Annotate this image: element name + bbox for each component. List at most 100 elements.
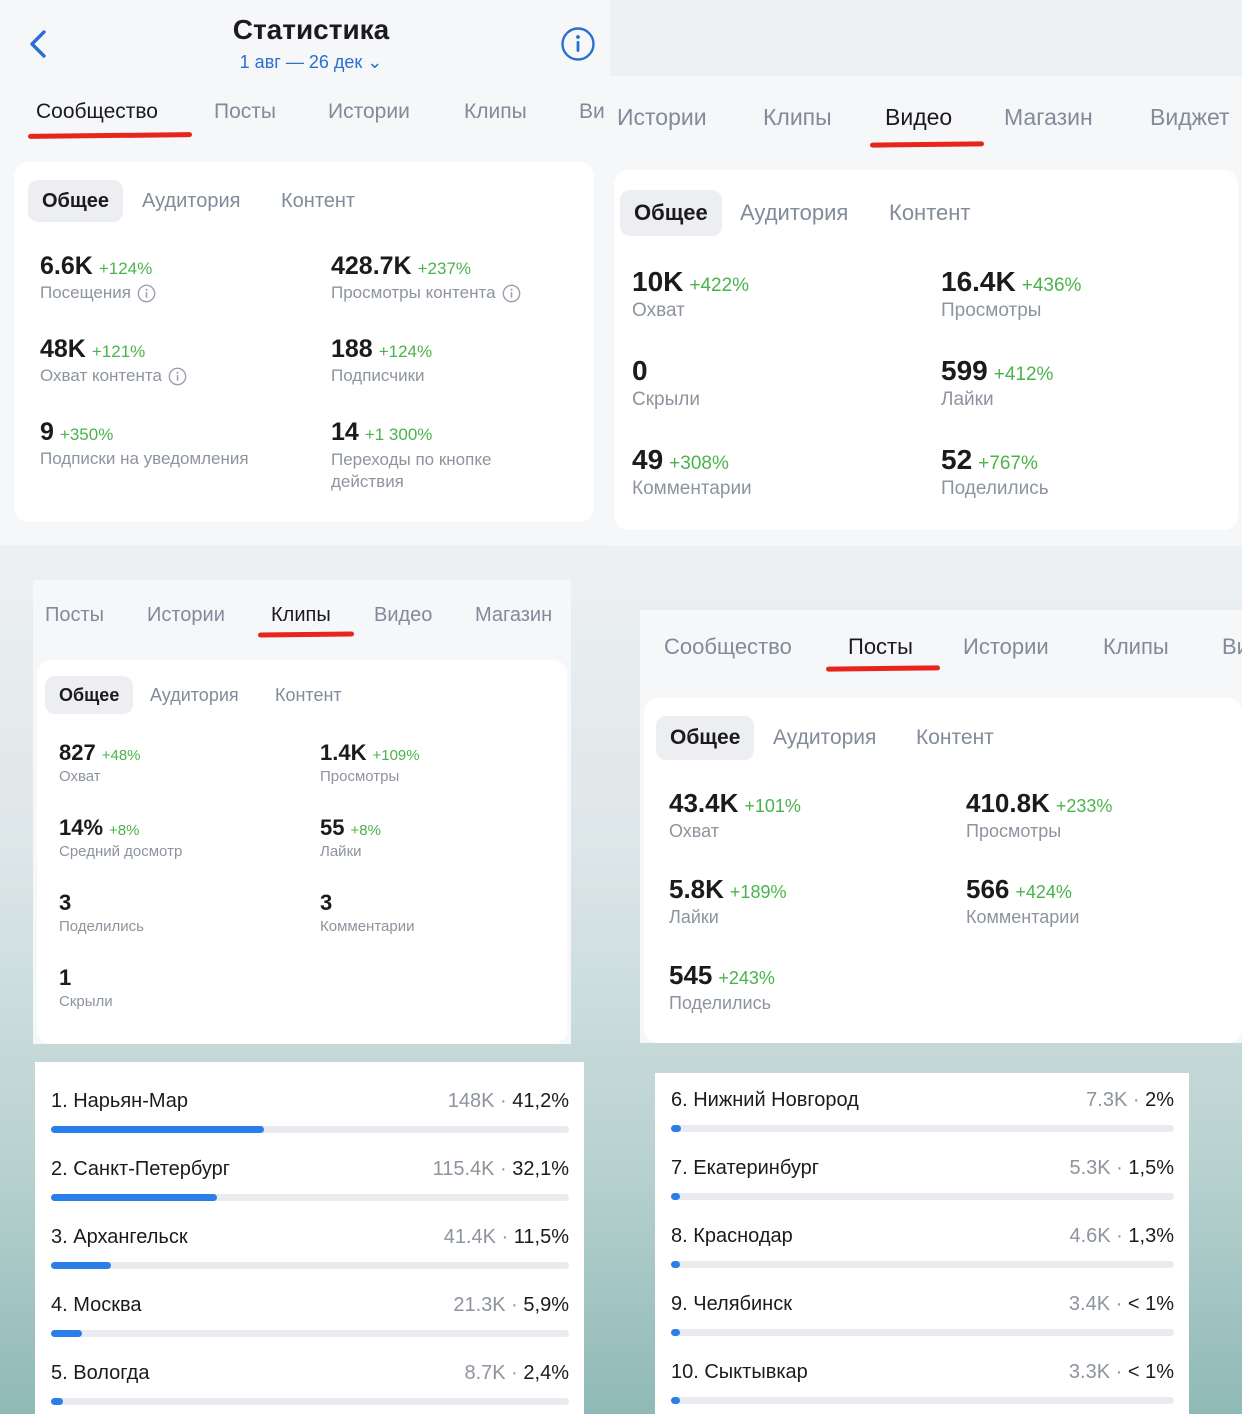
city-count: 3.3K <box>1068 1361 1111 1383</box>
tab-posts[interactable]: Посты <box>45 604 104 627</box>
panel-video: Истории Клипы Видео Магазин Виджет Общее… <box>610 76 1242 546</box>
metric-subscribers: 188 +124% Подписчики <box>331 335 433 385</box>
tab-shop[interactable]: Магазин <box>1004 104 1093 131</box>
city-row: 10. Сыктывкар 3.3K · < 1% <box>671 1361 1174 1411</box>
city-percent: < 1% <box>1127 1361 1174 1383</box>
city-count: 41.4K <box>443 1226 496 1248</box>
metric-action-clicks: 14 +1 300% Переходы по кнопке действия <box>331 418 492 491</box>
city-bar-track <box>671 1261 1174 1268</box>
city-stat: 7.3K · 2% <box>1086 1089 1174 1112</box>
tab-stories[interactable]: Истории <box>328 100 410 124</box>
separator-dot: · <box>495 1226 514 1248</box>
city-percent: 2% <box>1145 1089 1174 1111</box>
city-name: 8. Краснодар <box>671 1225 793 1247</box>
city-count: 8.7K <box>464 1362 506 1384</box>
city-percent: 5,9% <box>523 1294 569 1316</box>
city-percent: 11,5% <box>513 1226 569 1248</box>
tab-clips[interactable]: Клипы <box>1103 634 1169 660</box>
city-name: 9. Челябинск <box>671 1293 792 1315</box>
metric-likes: 5.8K +189% Лайки <box>669 874 787 927</box>
tab-stories[interactable]: Истории <box>147 604 225 627</box>
city-percent: 1,5% <box>1128 1157 1174 1179</box>
segment-general[interactable]: Общее <box>28 180 124 222</box>
highlight-underline <box>869 141 985 148</box>
metric-comments: 49 +308% Комментарии <box>632 444 752 499</box>
tab-shop[interactable]: Магазин <box>475 604 552 627</box>
segment-content[interactable]: Контент <box>902 716 1008 760</box>
metric-shares: 545 +243% Поделились <box>669 960 775 1013</box>
city-percent: < 1% <box>1127 1293 1174 1315</box>
metric-visits: 6.6K +124% Посещения <box>40 252 156 303</box>
segment-general[interactable]: Общее <box>45 676 134 714</box>
tab-community[interactable]: Сообщество <box>36 100 158 124</box>
city-name: 2. Санкт-Петербург <box>51 1158 231 1180</box>
city-bar-fill <box>51 1398 64 1405</box>
city-bar-fill <box>671 1261 681 1268</box>
tab-stories[interactable]: Истории <box>963 634 1049 660</box>
info-icon[interactable] <box>137 284 156 303</box>
city-stat: 3.4K · < 1% <box>1069 1293 1174 1316</box>
segment-content[interactable]: Контент <box>875 190 985 236</box>
metric-comments: 3 Комментарии <box>320 890 415 935</box>
city-row: 4. Москва 21.3K · 5,9% <box>51 1294 569 1344</box>
city-name: 4. Москва <box>51 1294 142 1316</box>
tab-community[interactable]: Сообщество <box>664 634 792 660</box>
city-stat: 4.6K · 1,3% <box>1069 1225 1174 1248</box>
city-count: 148K <box>447 1090 495 1112</box>
segment-audience[interactable]: Аудитория <box>136 676 253 714</box>
city-bar-track <box>671 1329 1174 1336</box>
tab-clips[interactable]: Клипы <box>763 104 832 131</box>
city-row: 1. Нарьян-Мар 148K · 41,2% <box>51 1090 569 1140</box>
metric-views: 410.8K +233% Просмотры <box>966 788 1113 841</box>
panel-clips: Посты Истории Клипы Видео Магазин Общее … <box>33 580 571 1044</box>
city-bar-fill <box>671 1193 681 1200</box>
segment-content[interactable]: Контент <box>267 180 369 222</box>
tab-clips[interactable]: Клипы <box>464 100 527 124</box>
city-percent: 2,4% <box>523 1362 569 1384</box>
city-bar-fill <box>51 1330 82 1337</box>
tab-posts[interactable]: Посты <box>214 100 276 124</box>
segment-audience[interactable]: Аудитория <box>128 180 254 222</box>
city-row: 7. Екатеринбург 5.3K · 1,5% <box>671 1157 1174 1207</box>
city-bar-fill <box>51 1262 111 1269</box>
segment-audience[interactable]: Аудитория <box>759 716 890 760</box>
info-icon[interactable] <box>168 367 187 386</box>
city-percent: 32,1% <box>512 1158 569 1180</box>
panel-community: Статистика 1 авг — 26 дек ⌄ Сообщество П… <box>0 0 610 545</box>
metric-views: 1.4K +109% Просмотры <box>320 740 420 785</box>
tab-stories[interactable]: Истории <box>617 104 707 131</box>
city-name: 1. Нарьян-Мар <box>51 1090 189 1112</box>
info-icon[interactable] <box>560 26 596 62</box>
tab-video[interactable]: Ви <box>1222 634 1242 660</box>
separator-dot: · <box>1110 1157 1129 1179</box>
tab-video[interactable]: Ви <box>579 100 605 124</box>
tab-video[interactable]: Видео <box>374 604 432 627</box>
segment-general[interactable]: Общее <box>656 716 755 760</box>
segment-content[interactable]: Контент <box>261 676 356 714</box>
separator-dot: · <box>1110 1361 1128 1383</box>
city-bar-track <box>51 1262 569 1269</box>
city-bar-track <box>51 1398 569 1405</box>
separator-dot: · <box>494 1090 513 1112</box>
tab-video[interactable]: Видео <box>885 104 952 131</box>
tab-widget[interactable]: Виджет <box>1150 104 1230 131</box>
city-name: 7. Екатеринбург <box>671 1157 820 1179</box>
segment-audience[interactable]: Аудитория <box>726 190 862 236</box>
period-selector[interactable]: 1 авг — 26 дек ⌄ <box>0 52 610 73</box>
city-bar-track <box>671 1397 1174 1404</box>
city-bar-fill <box>671 1329 681 1336</box>
city-count: 3.4K <box>1068 1293 1111 1315</box>
tab-clips[interactable]: Клипы <box>271 604 331 627</box>
tabs-video: Истории Клипы Видео Магазин Виджет <box>610 104 1242 144</box>
info-icon[interactable] <box>502 284 521 303</box>
city-list-right: 6. Нижний Новгород 7.3K · 2% 7. Екатеринбу… <box>671 1089 1174 1409</box>
city-stat: 41.4K · 11,5% <box>444 1226 569 1249</box>
tab-posts[interactable]: Посты <box>848 634 913 660</box>
city-bar-track <box>671 1125 1174 1132</box>
metric-avg-watch: 14% +8% Средний досмотр <box>59 815 183 860</box>
segment-general[interactable]: Общее <box>620 190 722 236</box>
city-stat: 148K · 41,2% <box>448 1090 569 1113</box>
page-title: Статистика <box>232 14 390 45</box>
metric-views: 16.4K +436% Просмотры <box>941 266 1082 321</box>
city-bar-track <box>51 1330 569 1337</box>
